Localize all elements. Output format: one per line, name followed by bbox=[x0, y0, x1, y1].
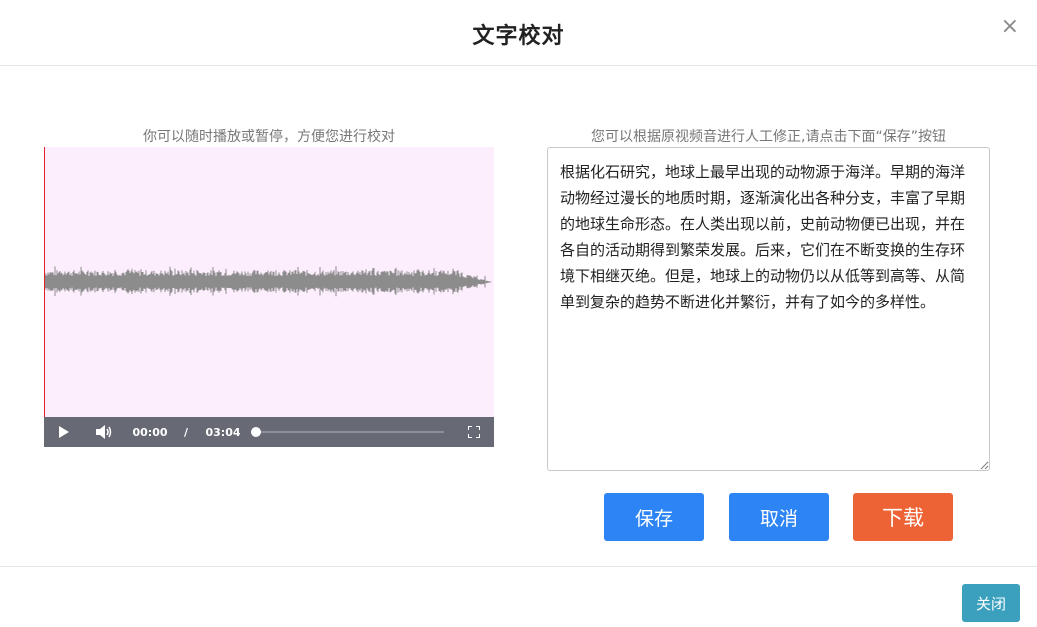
duration: 03:04 bbox=[205, 425, 241, 439]
close-button[interactable]: 关闭 bbox=[962, 584, 1020, 622]
dialog-title: 文字校对 bbox=[472, 24, 565, 49]
transcript-textarea[interactable]: 根据化石研究，地球上最早出现的动物源于海洋。早期的海洋动物经过漫长的地质时期，逐… bbox=[547, 147, 990, 471]
volume-icon bbox=[96, 425, 112, 439]
player-controls: 00:00 / 03:04 bbox=[44, 417, 494, 447]
save-button[interactable]: 保存 bbox=[604, 493, 704, 541]
dialog-header: 文字校对 × bbox=[0, 0, 1037, 66]
time-separator: / bbox=[183, 425, 189, 439]
download-button[interactable]: 下载 bbox=[853, 493, 953, 541]
play-button[interactable] bbox=[56, 417, 72, 447]
playhead-cursor bbox=[44, 147, 45, 417]
fullscreen-button[interactable] bbox=[466, 417, 482, 447]
volume-button[interactable] bbox=[94, 417, 114, 447]
waveform-panel[interactable] bbox=[44, 147, 494, 417]
fullscreen-icon bbox=[468, 426, 480, 438]
waveform bbox=[44, 266, 492, 297]
progress-bar[interactable] bbox=[256, 431, 444, 433]
resize-handle-icon[interactable] bbox=[979, 460, 989, 470]
play-icon bbox=[59, 426, 69, 438]
player-hint: 你可以随时播放或暂停，方便您进行校对 bbox=[143, 129, 395, 145]
current-time: 00:00 bbox=[132, 425, 168, 439]
editor-hint: 您可以根据原视频音进行人工修正,请点击下面“保存”按钮 bbox=[591, 129, 946, 145]
progress-thumb[interactable] bbox=[251, 427, 261, 437]
cancel-button[interactable]: 取消 bbox=[729, 493, 829, 541]
close-icon[interactable]: × bbox=[1001, 16, 1019, 38]
dialog-footer bbox=[0, 566, 1037, 627]
waveform-bars bbox=[44, 266, 492, 297]
